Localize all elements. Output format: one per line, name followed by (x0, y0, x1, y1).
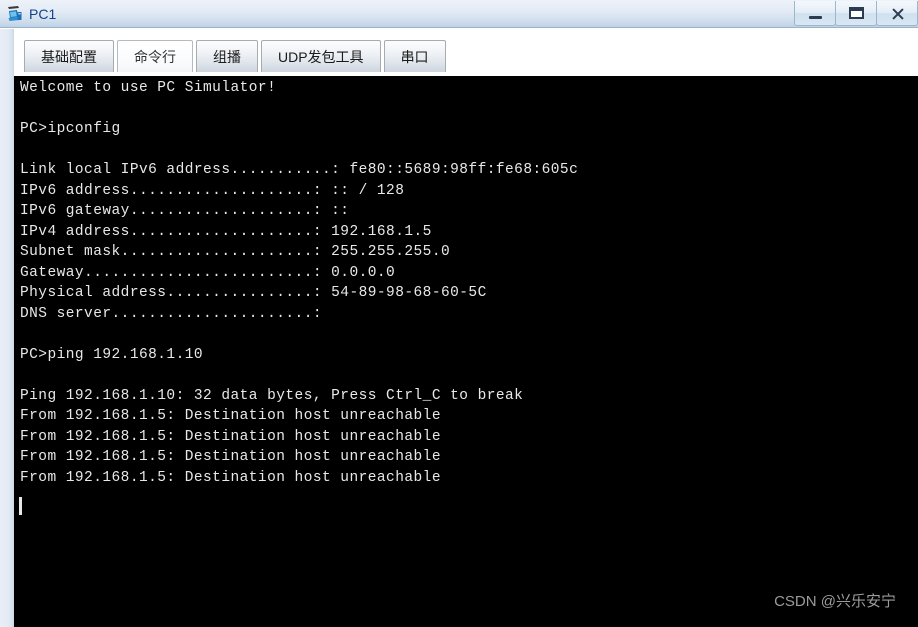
tab-label: UDP发包工具 (278, 48, 364, 65)
terminal-line: From 192.168.1.5: Destination host unrea… (20, 428, 441, 445)
tab-label: 串口 (400, 48, 429, 65)
tab-multicast[interactable]: 组播 (196, 40, 258, 72)
terminal-line: PC>ping 192.168.1.10 (20, 346, 204, 363)
tab-strip: 基础配置 命令行 组播 UDP发包工具 串口 (14, 29, 918, 76)
tab-label: 基础配置 (41, 48, 97, 65)
terminal-line: From 192.168.1.5: Destination host unrea… (20, 408, 441, 424)
window-content: 基础配置 命令行 组播 UDP发包工具 串口 Welcome to use PC… (0, 29, 918, 627)
terminal-line: From 192.168.1.5: Destination host unrea… (20, 449, 441, 465)
terminal-line: From 192.168.1.5: Destination host unrea… (20, 469, 441, 486)
terminal-line: Physical address................: 54-89-… (20, 285, 487, 301)
terminal-line: IPv6 address....................: :: / 1… (20, 182, 405, 199)
tab-command-line[interactable]: 命令行 (117, 40, 193, 72)
tab-serial-port[interactable]: 串口 (383, 40, 446, 72)
terminal-output: Welcome to use PC Simulator! PC>ipconfig… (20, 78, 918, 627)
terminal-line: Gateway.........................: 0.0.0.… (20, 264, 396, 281)
left-gutter (0, 29, 14, 627)
maximize-button[interactable] (835, 1, 877, 26)
tab-list: 基础配置 命令行 组播 UDP发包工具 串口 (24, 38, 449, 72)
window-title: PC1 (29, 6, 57, 22)
pc-host-icon (6, 5, 24, 23)
terminal-line: Link local IPv6 address...........: fe80… (20, 162, 579, 178)
tab-basic-config[interactable]: 基础配置 (24, 40, 114, 72)
maximize-icon (848, 7, 864, 19)
terminal-cursor (19, 497, 22, 515)
terminal-console[interactable]: Welcome to use PC Simulator! PC>ipconfig… (14, 76, 918, 627)
terminal-line: Ping 192.168.1.10: 32 data bytes, Press … (20, 387, 524, 404)
minimize-icon (808, 15, 822, 19)
terminal-line: DNS server......................: (20, 305, 322, 322)
minimize-button[interactable] (794, 1, 836, 26)
pc1-window: PC1 基础配置 命令行 组播 UDP发包工具 串口 Welcome to us… (0, 0, 918, 627)
terminal-line: IPv4 address....................: 192.16… (20, 223, 432, 240)
title-bar: PC1 (0, 0, 918, 28)
terminal-line: PC>ipconfig (20, 121, 121, 137)
terminal-line: Welcome to use PC Simulator! (20, 80, 277, 96)
close-icon (891, 7, 904, 20)
title-bar-left: PC1 (6, 0, 56, 28)
terminal-line: Subnet mask.....................: 255.25… (20, 244, 451, 260)
tab-label: 组播 (213, 48, 241, 65)
window-controls (794, 1, 918, 27)
close-button[interactable] (876, 1, 918, 26)
watermark-text: CSDN @兴乐安宁 (774, 593, 896, 610)
tab-udp-tool[interactable]: UDP发包工具 (261, 40, 381, 72)
tab-label: 命令行 (134, 48, 176, 65)
terminal-line: IPv6 gateway....................: :: (20, 203, 350, 219)
